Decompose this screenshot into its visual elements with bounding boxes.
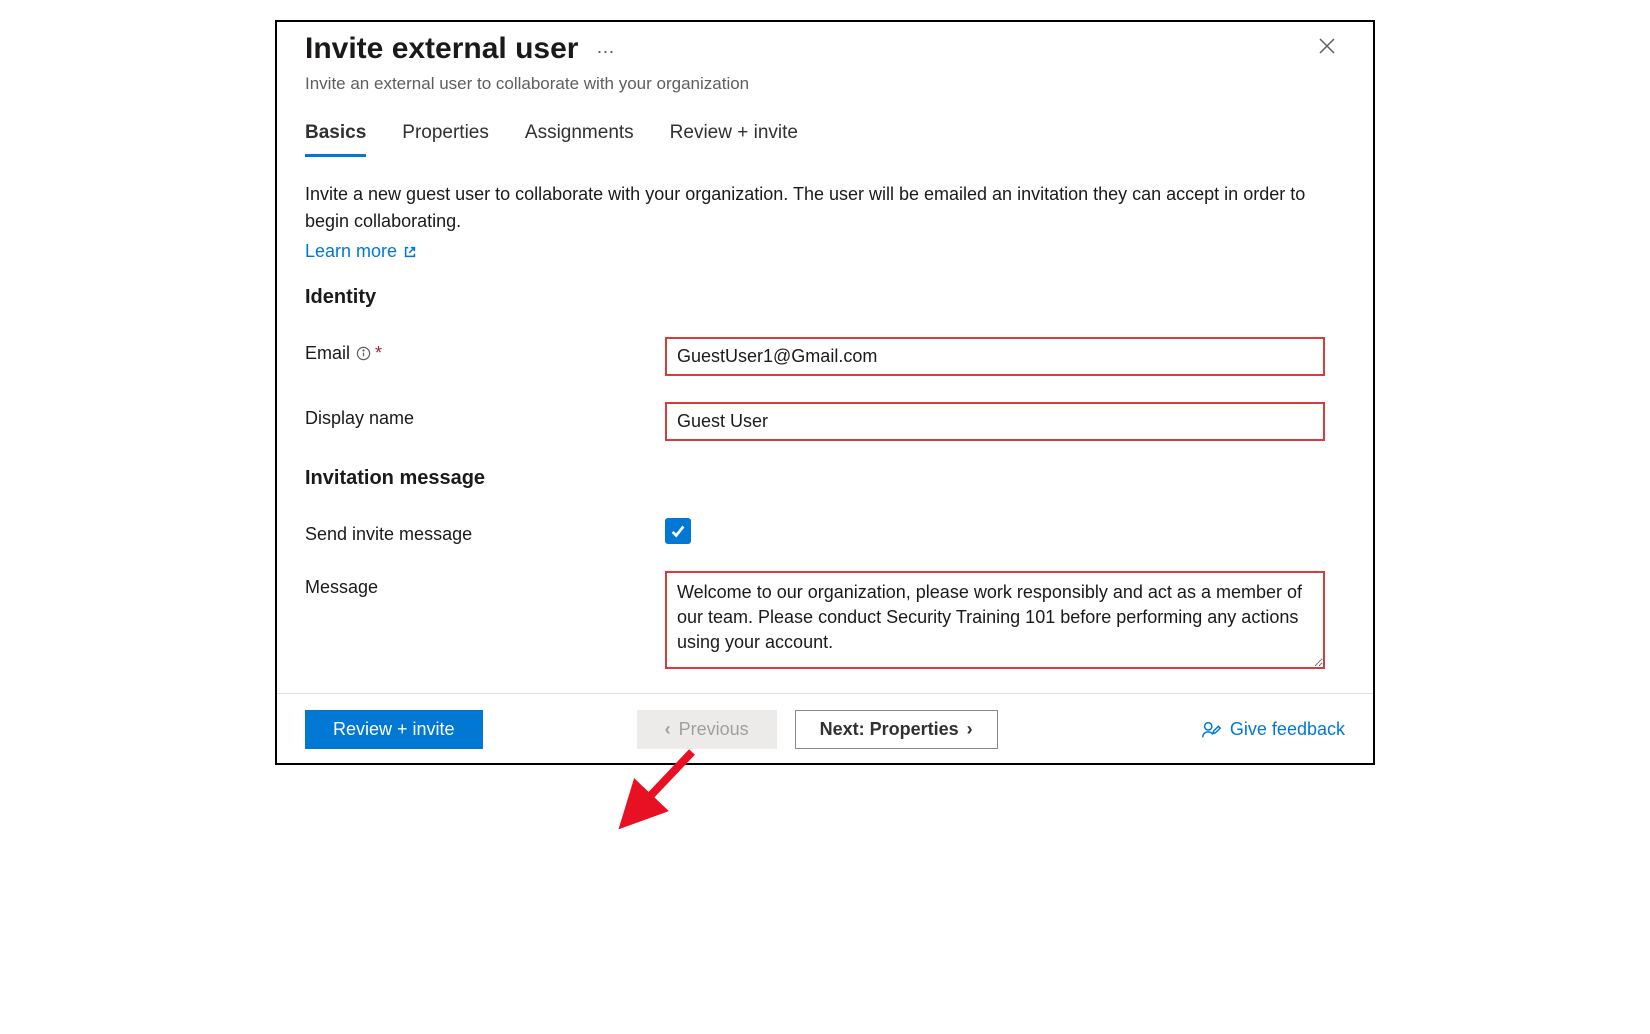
page-title: Invite external user [305,32,578,66]
info-icon[interactable] [356,346,371,361]
chevron-right-icon: › [967,719,973,740]
next-button[interactable]: Next: Properties › [795,710,998,749]
display-name-label: Display name [305,402,665,429]
page-subtitle: Invite an external user to collaborate w… [277,74,1373,112]
send-invite-checkbox[interactable] [665,518,691,544]
description-text: Invite a new guest user to collaborate w… [305,181,1345,235]
chevron-left-icon: ‹ [665,719,671,740]
give-feedback-link[interactable]: Give feedback [1200,719,1345,741]
message-textarea[interactable] [665,571,1325,669]
tab-basics[interactable]: Basics [305,122,366,157]
display-name-input[interactable] [665,402,1325,441]
send-invite-label: Send invite message [305,518,665,545]
section-heading-identity: Identity [305,286,1345,309]
close-button[interactable] [1309,32,1345,65]
check-icon [669,522,687,540]
tab-review-invite[interactable]: Review + invite [670,122,798,157]
close-icon [1317,36,1337,56]
external-link-icon [403,245,417,259]
previous-button: ‹ Previous [637,710,777,749]
tab-properties[interactable]: Properties [402,122,489,157]
email-input[interactable] [665,337,1325,376]
message-label: Message [305,571,665,598]
section-heading-invitation: Invitation message [305,467,1345,490]
more-options-icon[interactable]: ⋯ [596,36,615,63]
required-indicator: * [375,343,382,364]
feedback-icon [1200,719,1222,741]
learn-more-link[interactable]: Learn more [305,241,417,262]
review-invite-button[interactable]: Review + invite [305,710,483,749]
tab-assignments[interactable]: Assignments [525,122,634,157]
email-label: Email * [305,337,665,364]
learn-more-label: Learn more [305,241,397,262]
tab-bar: Basics Properties Assignments Review + i… [277,112,1373,157]
